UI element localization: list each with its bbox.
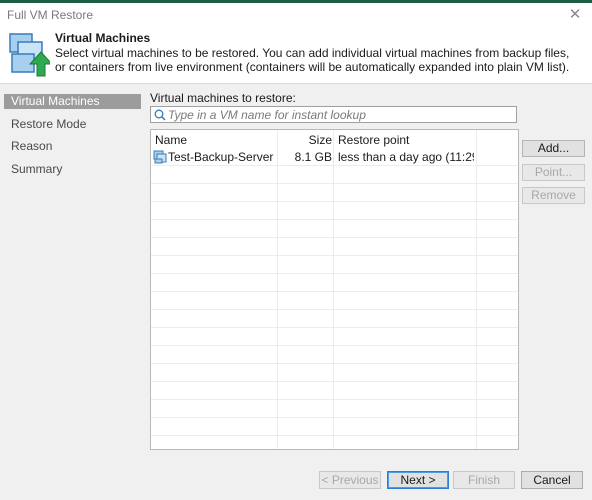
wizard-footer: < Previous Next > Finish Cancel	[0, 465, 592, 500]
vm-restore-icon	[9, 33, 50, 77]
column-header-size[interactable]: Size	[309, 133, 332, 147]
cancel-button[interactable]: Cancel	[521, 471, 583, 489]
vm-icon	[153, 150, 167, 164]
wizard-steps-sidebar: Virtual Machines Restore Mode Reason Sum…	[0, 84, 144, 500]
sidebar-item-virtual-machines[interactable]: Virtual Machines	[4, 94, 141, 109]
point-button[interactable]: Point...	[522, 164, 585, 181]
wizard-header: Virtual Machines Select virtual machines…	[0, 27, 592, 84]
column-header-restore-point[interactable]: Restore point	[338, 133, 409, 147]
vm-restore-point-cell: less than a day ago (11:29 AM...	[338, 150, 474, 164]
next-button[interactable]: Next >	[387, 471, 449, 489]
finish-button[interactable]: Finish	[453, 471, 515, 489]
column-header-name[interactable]: Name	[155, 133, 187, 147]
sidebar-item-summary[interactable]: Summary	[4, 162, 141, 177]
sidebar-item-reason[interactable]: Reason	[4, 139, 141, 154]
vm-name-cell: Test-Backup-Server	[168, 150, 274, 164]
table-row[interactable]: Test-Backup-Server 8.1 GB less than a da…	[151, 148, 518, 166]
table-grid-lines	[151, 148, 518, 448]
vm-search-box[interactable]	[150, 106, 517, 123]
header-description: Select virtual machines to be restored. …	[55, 46, 570, 74]
window-title: Full VM Restore	[7, 8, 94, 22]
vm-size-cell: 8.1 GB	[294, 150, 332, 164]
table-header: Name Size Restore point	[151, 130, 518, 148]
vms-to-restore-label: Virtual machines to restore:	[150, 91, 296, 105]
title-bar: Full VM Restore ✕	[0, 3, 592, 27]
vm-search-input[interactable]	[168, 107, 508, 122]
main-panel: Virtual machines to restore: Name Size R…	[144, 84, 592, 500]
sidebar-item-restore-mode[interactable]: Restore Mode	[4, 117, 141, 132]
remove-button[interactable]: Remove	[522, 187, 585, 204]
add-button[interactable]: Add...	[522, 140, 585, 157]
search-icon	[154, 109, 166, 121]
vm-table: Name Size Restore point Test-Backup-Serv…	[150, 129, 519, 450]
close-icon[interactable]: ✕	[567, 5, 583, 23]
header-title: Virtual Machines	[55, 31, 151, 45]
previous-button[interactable]: < Previous	[319, 471, 381, 489]
